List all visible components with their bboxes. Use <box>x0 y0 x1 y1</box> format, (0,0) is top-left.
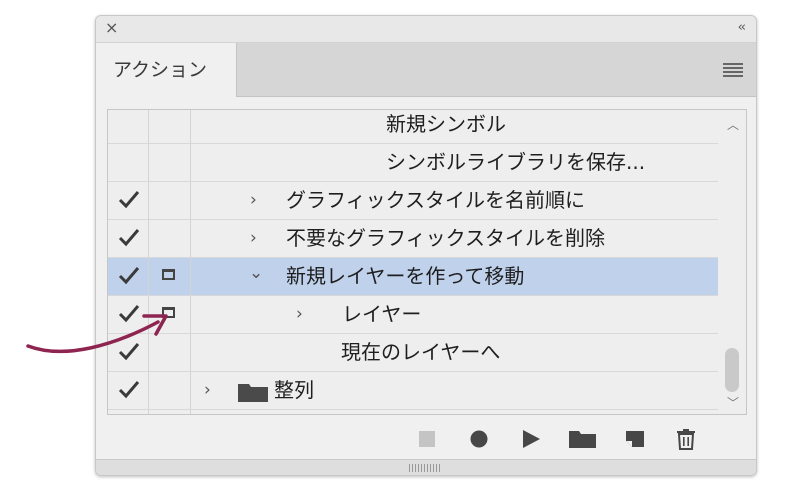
close-icon[interactable]: × <box>105 20 118 36</box>
toggle-dialog-cell[interactable] <box>149 144 191 181</box>
chevron-down-icon[interactable]: ⌄ <box>249 255 263 291</box>
action-label: 現在のレイヤーへ <box>341 340 501 364</box>
record-icon[interactable] <box>467 428 491 450</box>
action-label: グラフィックスタイルを名前順に <box>286 188 585 212</box>
action-set-label: 整列 <box>274 378 314 402</box>
action-row[interactable]: 新規シンボル <box>108 110 718 144</box>
folder-icon <box>238 384 268 402</box>
toggle-dialog-cell[interactable] <box>149 110 191 143</box>
toggle-item-cell[interactable] <box>108 110 149 143</box>
vertical-scrollbar[interactable]: ︿ ﹀ <box>720 110 746 414</box>
toggle-dialog-cell[interactable] <box>149 258 191 295</box>
chevron-right-icon[interactable]: › <box>204 372 211 408</box>
action-row[interactable]: › レイヤー <box>108 296 718 334</box>
play-icon[interactable] <box>519 428 543 450</box>
toggle-dialog-cell[interactable] <box>149 372 191 409</box>
toggle-dialog-cell[interactable] <box>149 410 191 414</box>
toggle-item-cell[interactable] <box>108 220 149 257</box>
actions-list: 新規シンボル シンボルライブラリを保存... › グラフィックスタイルを名前順に… <box>107 109 747 415</box>
resize-grip-icon[interactable] <box>408 464 442 472</box>
chevron-right-icon[interactable]: › <box>250 182 257 218</box>
tab-actions[interactable]: アクション <box>96 43 237 97</box>
action-row[interactable]: シンボルライブラリを保存... <box>108 144 718 182</box>
new-set-folder-icon[interactable] <box>568 428 598 450</box>
action-label: レイヤー <box>342 302 422 326</box>
toggle-item-cell[interactable] <box>108 258 149 295</box>
resize-bar[interactable] <box>96 459 756 475</box>
chevron-right-icon[interactable]: › <box>250 220 257 256</box>
panel-tab-row: アクション <box>96 43 756 97</box>
checkmark-icon <box>118 229 140 247</box>
checkmark-icon <box>118 191 140 209</box>
action-row[interactable]: › 不要なグラフィックスタイルを削除 <box>108 220 718 258</box>
stop-icon[interactable] <box>416 428 440 450</box>
action-row-partial[interactable] <box>108 410 718 414</box>
new-action-icon[interactable] <box>623 428 647 450</box>
action-label: 新規シンボル <box>386 112 506 136</box>
actions-toolbar <box>96 420 756 456</box>
action-label: 新規レイヤーを作って移動 <box>286 264 525 288</box>
toggle-item-cell[interactable] <box>108 410 149 414</box>
chevron-right-icon[interactable]: › <box>296 296 303 332</box>
scroll-down-icon[interactable]: ﹀ <box>727 394 739 411</box>
action-row[interactable]: › グラフィックスタイルを名前順に <box>108 182 718 220</box>
action-set-row[interactable]: › 整列 <box>108 372 718 410</box>
trash-icon[interactable] <box>674 428 698 450</box>
toggle-dialog-cell[interactable] <box>149 182 191 219</box>
scrollbar-thumb[interactable] <box>725 348 739 392</box>
panel-menu-icon[interactable] <box>723 63 743 77</box>
dialog-toggle-icon <box>162 269 175 280</box>
toggle-item-cell[interactable] <box>108 182 149 219</box>
checkmark-icon <box>118 267 140 285</box>
action-label: シンボルライブラリを保存... <box>386 150 646 174</box>
scroll-up-icon[interactable]: ︿ <box>727 116 739 133</box>
actions-panel: × ‹‹ アクション 新規シンボル シンボルライブラリを保存... › グラフィ… <box>95 15 757 476</box>
action-row-selected[interactable]: ⌄ 新規レイヤーを作って移動 <box>108 258 718 296</box>
panel-titlebar: × ‹‹ <box>96 16 756 43</box>
toggle-dialog-cell[interactable] <box>149 220 191 257</box>
checkmark-icon <box>118 381 140 399</box>
toggle-item-cell[interactable] <box>108 372 149 409</box>
toggle-item-cell[interactable] <box>108 144 149 181</box>
action-row[interactable]: 現在のレイヤーへ <box>108 334 718 372</box>
action-label: 不要なグラフィックスタイルを削除 <box>286 226 605 250</box>
collapse-panel-icon[interactable]: ‹‹ <box>738 20 747 36</box>
annotation-arrow-icon <box>26 314 168 354</box>
